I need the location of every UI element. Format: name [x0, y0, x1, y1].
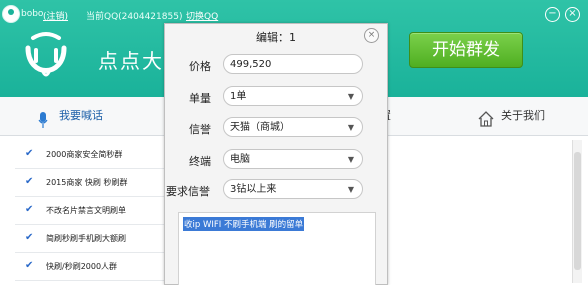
quantity-value: 1单 [230, 91, 247, 102]
quantity-select[interactable]: 1单 ▼ [223, 86, 363, 106]
scrollbar[interactable] [572, 140, 582, 283]
microphone-icon [38, 107, 48, 128]
list-item-label: 2000商家安全简秒群 [46, 150, 123, 159]
terminal-label: 终端 [189, 155, 211, 168]
selected-text: 收ip WIFI 不刷手机端 刷的留单 [183, 217, 305, 231]
list-item[interactable]: ✔ 简刷秒刷手机刷大额刷 [15, 224, 170, 253]
requirement-value: 3钻以上来 [230, 184, 277, 195]
chevron-down-icon: ▼ [347, 185, 354, 194]
price-value: 499,520 [230, 59, 272, 70]
current-qq-label: 当前QQ(2404421855) [86, 12, 183, 22]
message-textarea[interactable]: 收ip WIFI 不刷手机端 刷的留单 [178, 212, 376, 285]
checkmark-icon[interactable]: ✔ [25, 205, 34, 215]
checkmark-icon[interactable]: ✔ [25, 149, 34, 159]
checkmark-icon[interactable]: ✔ [25, 261, 34, 271]
app-logo [18, 28, 74, 90]
terminal-value: 电脑 [230, 154, 250, 165]
requirement-label: 要求信誉 [166, 185, 210, 198]
group-list: ✔ 2000商家安全简秒群 ✔ 2015商家 快刷 秒刷群 ✔ 不改名片禁言文明… [15, 140, 170, 283]
reputation-value: 天猫（商城） [230, 122, 290, 133]
list-item-label: 简刷秒刷手机刷大额刷 [46, 234, 126, 243]
checkmark-icon[interactable]: ✔ [25, 177, 34, 187]
nav-item-label: 关于我们 [501, 109, 545, 122]
chevron-down-icon: ▼ [347, 92, 354, 101]
close-icon[interactable]: × [364, 28, 379, 43]
terminal-select[interactable]: 电脑 ▼ [223, 149, 363, 169]
list-item[interactable]: ✔ 2015商家 快刷 秒刷群 [15, 168, 170, 197]
scrollbar-thumb[interactable] [574, 152, 581, 270]
price-field[interactable]: 499,520 [223, 54, 363, 74]
username: bobo [21, 9, 44, 19]
list-item[interactable]: ✔ 快刷/秒刷2000人群 [15, 252, 170, 281]
dialog-title: 编辑：1 [256, 31, 296, 44]
requirement-select[interactable]: 3钻以上来 ▼ [223, 179, 363, 199]
list-item-label: 不改名片禁言文明刷单 [46, 206, 126, 215]
list-item-label: 快刷/秒刷2000人群 [46, 262, 118, 271]
home-icon [477, 106, 495, 127]
logout-link[interactable]: (注销) [43, 9, 68, 22]
close-window-button[interactable]: × [565, 7, 580, 22]
content-pane [372, 140, 572, 283]
nav-item-label: 我要喊话 [59, 109, 103, 122]
minimize-button[interactable]: − [545, 7, 560, 22]
reputation-label: 信誉 [189, 123, 211, 136]
edit-dialog: 编辑：1 × 价格 499,520 单量 1单 ▼ 信誉 天猫（商城） ▼ 终端… [164, 23, 388, 285]
app-name: 点点大 [98, 49, 164, 73]
list-item-label: 2015商家 快刷 秒刷群 [46, 178, 128, 187]
quantity-label: 单量 [189, 92, 211, 105]
chevron-down-icon: ▼ [347, 123, 354, 132]
chevron-down-icon: ▼ [347, 155, 354, 164]
switch-qq-link[interactable]: 切换QQ [186, 9, 218, 22]
price-label: 价格 [189, 60, 211, 73]
avatar[interactable] [2, 5, 20, 23]
reputation-select[interactable]: 天猫（商城） ▼ [223, 117, 363, 137]
list-item[interactable]: ✔ 不改名片禁言文明刷单 [15, 196, 170, 225]
list-item[interactable]: ✔ 2000商家安全简秒群 [15, 140, 170, 169]
start-broadcast-button[interactable]: 开始群发 [409, 32, 523, 68]
checkmark-icon[interactable]: ✔ [25, 233, 34, 243]
